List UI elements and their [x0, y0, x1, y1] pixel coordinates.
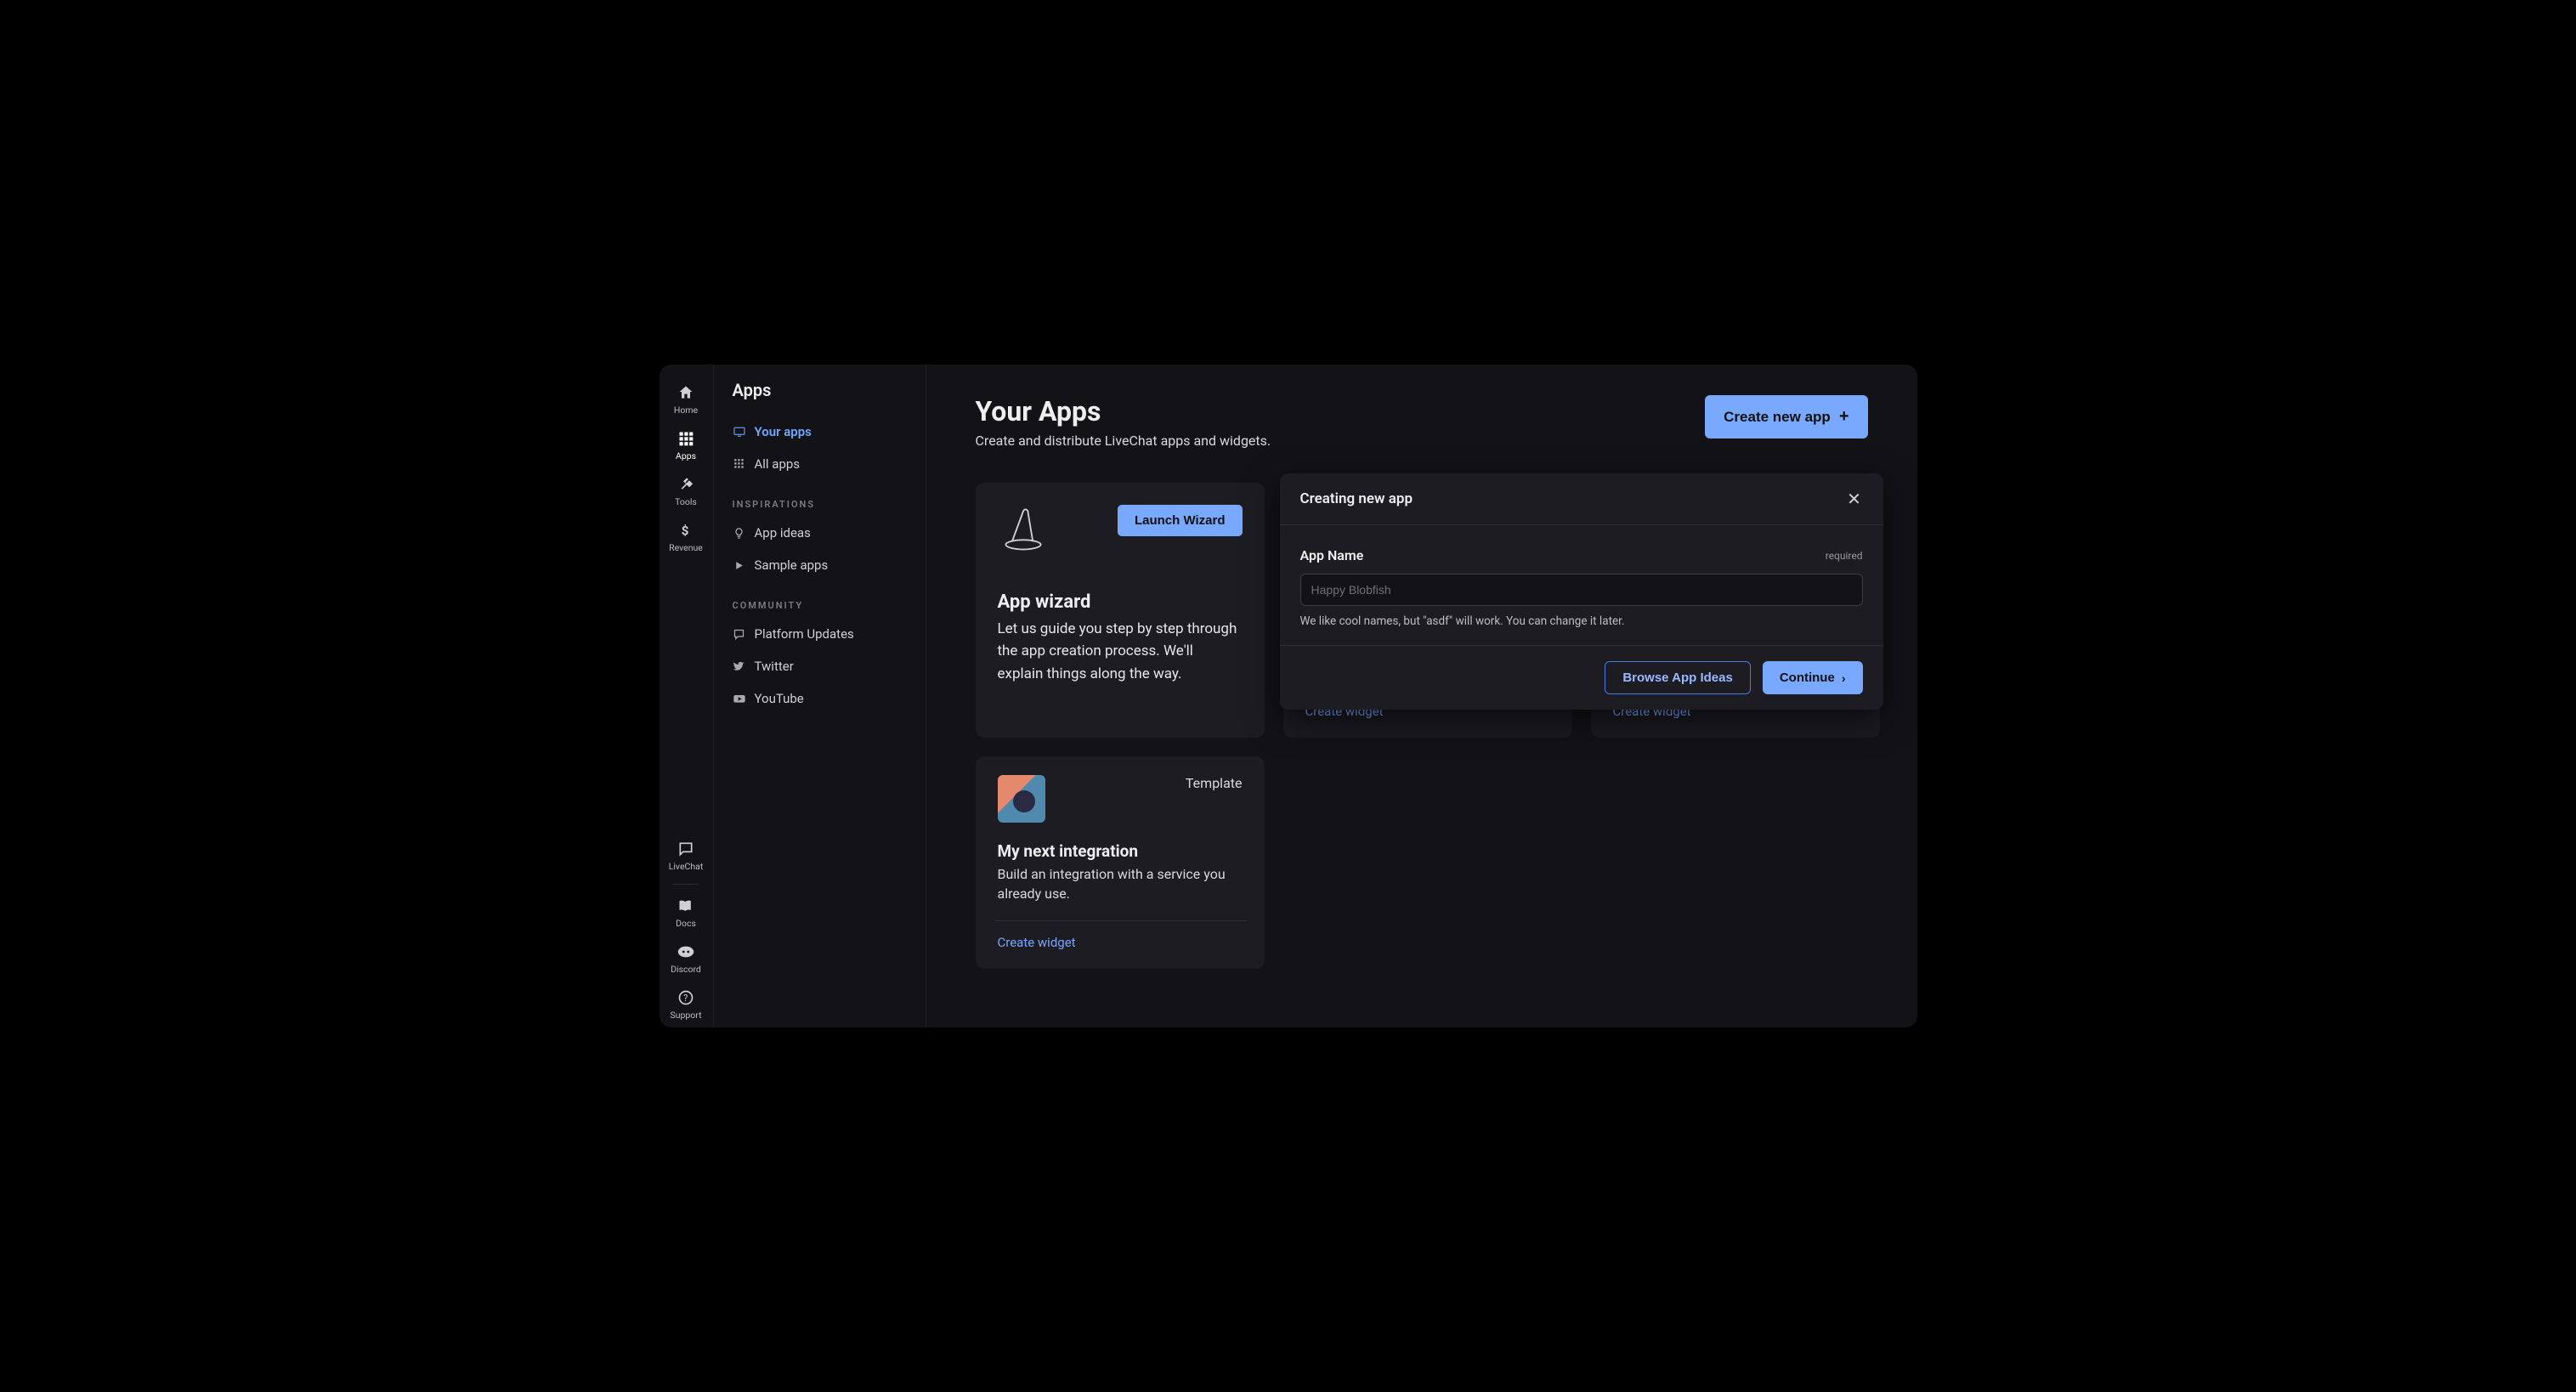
- template-thumb-icon: [998, 775, 1045, 823]
- monitor-icon: [733, 425, 746, 439]
- page-title: Your Apps: [976, 395, 1271, 427]
- create-app-modal: Creating new app ✕ App Name required We …: [1280, 473, 1883, 710]
- chevron-right-icon: ›: [1842, 671, 1846, 685]
- rail-support-label: Support: [670, 1010, 701, 1021]
- rail-livechat-label: LiveChat: [669, 861, 704, 872]
- plus-icon: +: [1839, 407, 1849, 427]
- rail-livechat[interactable]: LiveChat: [660, 833, 713, 879]
- wizard-title: App wizard: [998, 591, 1243, 613]
- sidebar-item-platform-updates[interactable]: Platform Updates: [714, 618, 926, 650]
- wizard-description: Let us guide you step by step through th…: [998, 618, 1243, 685]
- icon-rail: Home Apps Tools $ Revenue LiveChat: [660, 365, 714, 1027]
- required-label: required: [1826, 550, 1863, 562]
- wizard-card: Launch Wizard App wizard Let us guide yo…: [976, 483, 1265, 738]
- rail-home[interactable]: Home: [660, 376, 713, 422]
- rail-docs-label: Docs: [676, 918, 696, 929]
- rail-tools-label: Tools: [675, 496, 697, 507]
- rail-support[interactable]: ? Support: [660, 982, 713, 1027]
- sidebar-item-your-apps[interactable]: Your apps: [714, 416, 926, 448]
- rail-home-label: Home: [674, 405, 698, 416]
- sidebar-item-sample-apps[interactable]: Sample apps: [714, 549, 926, 581]
- template-description: Build an integration with a service you …: [998, 864, 1243, 903]
- wizard-hat-icon: [998, 505, 1049, 556]
- sidebar: Apps Your apps All apps INSPIRATIONS App…: [714, 365, 926, 1027]
- main-content: Your Apps Create and distribute LiveChat…: [926, 365, 1917, 1027]
- youtube-icon: [733, 692, 746, 705]
- rail-revenue-label: Revenue: [669, 542, 703, 553]
- svg-text:?: ?: [683, 993, 688, 1004]
- sidebar-heading-inspirations: INSPIRATIONS: [714, 480, 926, 517]
- sidebar-item-twitter[interactable]: Twitter: [714, 650, 926, 682]
- browse-app-ideas-button[interactable]: Browse App Ideas: [1605, 661, 1750, 694]
- page-header: Your Apps Create and distribute LiveChat…: [976, 395, 1868, 449]
- sidebar-platform-updates-label: Platform Updates: [755, 626, 854, 642]
- sidebar-heading-community: COMMUNITY: [714, 581, 926, 618]
- rail-discord[interactable]: Discord: [660, 936, 713, 982]
- app-name-input[interactable]: [1300, 574, 1863, 606]
- rail-divider: [673, 884, 699, 885]
- template-divider: [994, 920, 1246, 921]
- create-new-app-button[interactable]: Create new app +: [1705, 395, 1867, 439]
- modal-footer: Browse App Ideas Continue ›: [1280, 645, 1883, 710]
- lightbulb-icon: [733, 526, 746, 540]
- sidebar-all-apps-label: All apps: [755, 456, 801, 472]
- continue-label: Continue: [1780, 671, 1835, 685]
- rail-apps[interactable]: Apps: [660, 422, 713, 468]
- template-title: My next integration: [998, 841, 1243, 861]
- modal-close-button[interactable]: ✕: [1846, 490, 1863, 507]
- sidebar-title: Apps: [714, 380, 926, 416]
- app-name-hint: We like cool names, but "asdf" will work…: [1300, 614, 1863, 628]
- modal-body: App Name required We like cool names, bu…: [1280, 525, 1883, 645]
- speech-icon: [733, 627, 746, 641]
- support-icon: ?: [677, 988, 695, 1007]
- sidebar-app-ideas-label: App ideas: [755, 525, 811, 540]
- app-window: Home Apps Tools $ Revenue LiveChat: [660, 365, 1917, 1027]
- revenue-icon: $: [677, 521, 695, 540]
- page-subtitle: Create and distribute LiveChat apps and …: [976, 433, 1271, 449]
- apps-icon: [677, 429, 695, 448]
- tools-icon: [677, 475, 695, 494]
- create-widget-link[interactable]: Create widget: [998, 935, 1243, 950]
- rail-discord-label: Discord: [671, 964, 701, 975]
- sidebar-sample-apps-label: Sample apps: [755, 557, 829, 573]
- sidebar-item-app-ideas[interactable]: App ideas: [714, 517, 926, 549]
- livechat-icon: [677, 840, 695, 858]
- sidebar-your-apps-label: Your apps: [755, 424, 812, 439]
- grid-icon: [733, 457, 746, 471]
- close-icon: ✕: [1847, 489, 1861, 509]
- sidebar-item-all-apps[interactable]: All apps: [714, 448, 926, 480]
- discord-icon: [677, 942, 695, 961]
- sidebar-item-youtube[interactable]: YouTube: [714, 682, 926, 715]
- app-name-label: App Name: [1300, 547, 1364, 563]
- modal-header: Creating new app ✕: [1280, 473, 1883, 525]
- docs-icon: [677, 897, 695, 915]
- modal-title: Creating new app: [1300, 490, 1413, 507]
- rail-apps-label: Apps: [676, 450, 696, 461]
- rail-docs[interactable]: Docs: [660, 890, 713, 936]
- template-card-next-integration: Template My next integration Build an in…: [976, 756, 1265, 969]
- launch-wizard-button[interactable]: Launch Wizard: [1118, 505, 1243, 536]
- twitter-icon: [733, 659, 746, 673]
- sidebar-youtube-label: YouTube: [755, 691, 804, 706]
- rail-tools[interactable]: Tools: [660, 468, 713, 514]
- create-new-app-label: Create new app: [1724, 409, 1831, 426]
- rail-revenue[interactable]: $ Revenue: [660, 514, 713, 560]
- sidebar-twitter-label: Twitter: [755, 659, 794, 674]
- svg-text:$: $: [682, 523, 689, 538]
- template-tag: Template: [1186, 775, 1243, 791]
- play-icon: [733, 558, 746, 572]
- home-icon: [677, 383, 695, 402]
- continue-button[interactable]: Continue ›: [1763, 661, 1863, 694]
